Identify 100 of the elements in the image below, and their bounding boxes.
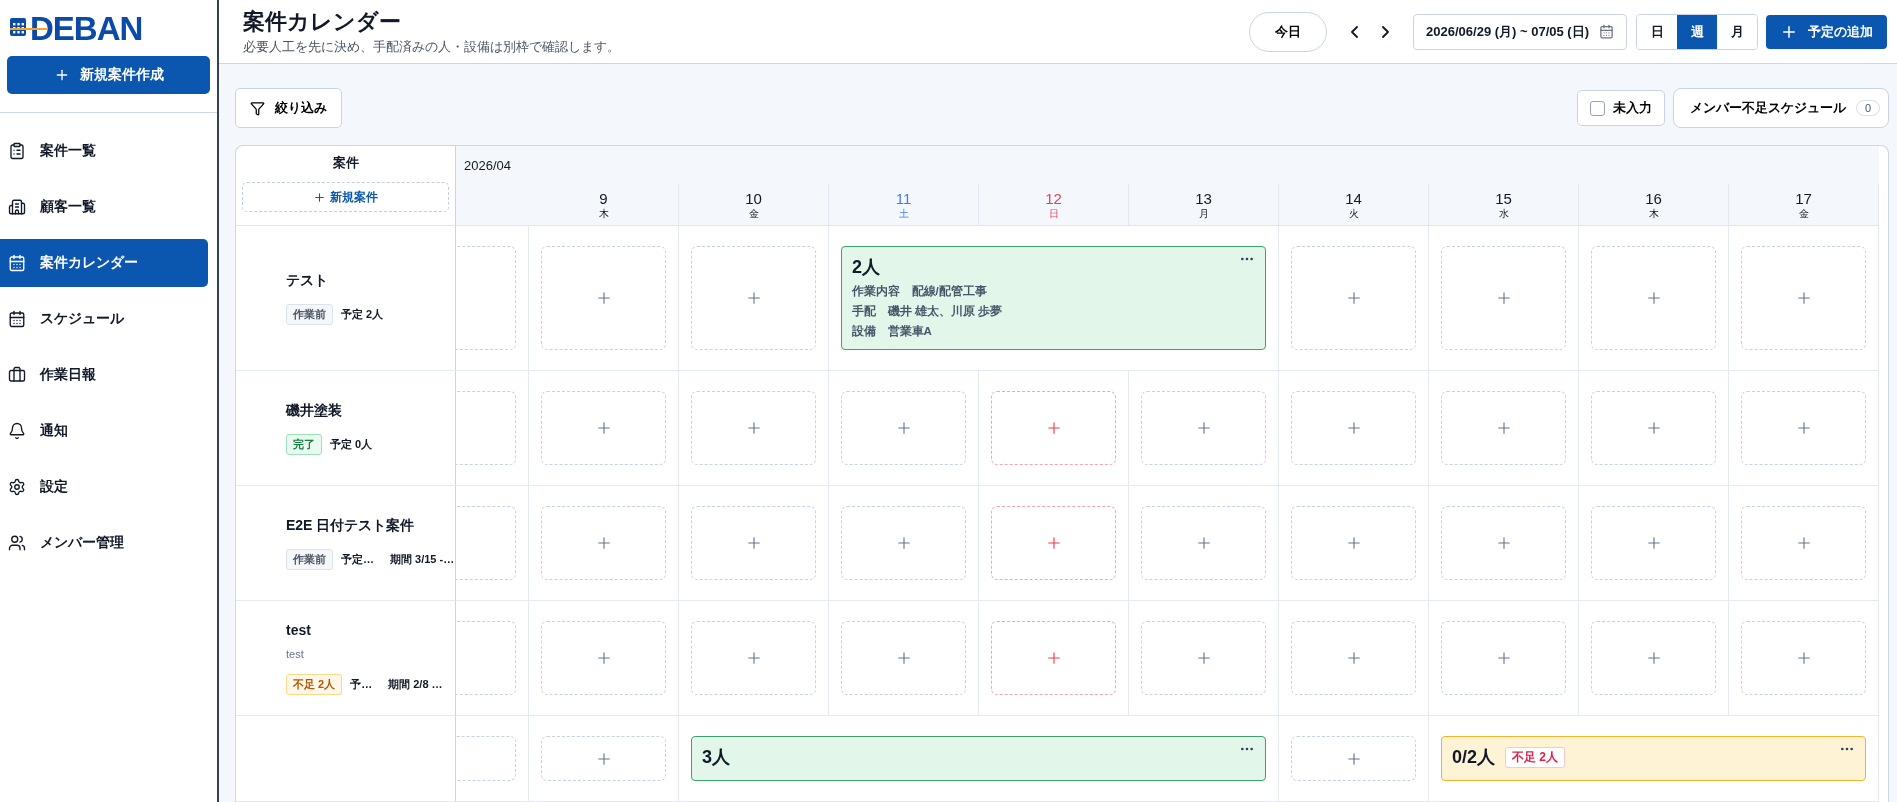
schedule-card[interactable]: 2人 作業内容 配線/配管工事 手配 磯井 雄太、川原 歩夢 設備 営業車A: [841, 246, 1266, 350]
weekday-label: 木: [1648, 207, 1659, 219]
briefcase-icon: [8, 366, 26, 384]
page-subtitle: 必要人工を先に決め、手配済みの人・設備は別枠で確認します。: [243, 39, 621, 56]
planned-count: 予定…: [341, 551, 374, 567]
planned-count: 予…: [350, 676, 373, 692]
schedule-card[interactable]: 0/2人 不足 2人: [1441, 736, 1866, 781]
schedule-detail: 設備 営業車A: [852, 324, 933, 339]
status-badge: 作業前: [286, 303, 333, 325]
add-slot[interactable]: [1441, 391, 1566, 465]
add-slot[interactable]: [691, 506, 816, 580]
add-slot[interactable]: [1141, 621, 1266, 695]
schedule-detail: 手配 磯井 雄太、川原 歩夢: [852, 304, 1003, 319]
add-slot[interactable]: [691, 391, 816, 465]
add-slot[interactable]: [1741, 391, 1866, 465]
add-slot[interactable]: [1741, 621, 1866, 695]
filter-icon: [250, 100, 265, 116]
add-slot[interactable]: [841, 621, 966, 695]
sidebar-item[interactable]: 顧客一覧: [0, 183, 208, 231]
today-button[interactable]: 今日: [1249, 11, 1328, 52]
date-range-field[interactable]: 2026/06/29 (月) ~ 07/05 (日): [1413, 13, 1627, 50]
day-number: 13: [1195, 191, 1212, 208]
status-badge: 完了: [286, 433, 322, 455]
add-slot[interactable]: [1141, 391, 1266, 465]
bell-icon: [8, 422, 26, 440]
view-tab[interactable]: 週: [1677, 14, 1717, 49]
add-slot[interactable]: [541, 391, 666, 465]
status-badge: 作業前: [286, 548, 333, 570]
weekday-label: 金: [748, 207, 759, 219]
plus-icon: [313, 190, 326, 204]
weekday-label: 水: [1498, 207, 1509, 219]
add-slot[interactable]: [541, 246, 666, 350]
next-button[interactable]: [1382, 25, 1390, 38]
day-number: 16: [1645, 191, 1662, 208]
add-slot[interactable]: [1141, 506, 1266, 580]
project-note: test: [286, 647, 305, 660]
schedule-card[interactable]: 3人: [691, 736, 1266, 781]
add-slot[interactable]: [541, 506, 666, 580]
day-number: 12: [1045, 191, 1062, 208]
day-number: 11: [895, 191, 912, 208]
add-slot[interactable]: [991, 621, 1116, 695]
sidebar-item[interactable]: 案件一覧: [0, 127, 208, 175]
add-slot[interactable]: [1591, 621, 1716, 695]
period-text: 期間 3/15 -…: [390, 551, 455, 567]
add-slot[interactable]: [1591, 391, 1716, 465]
calendar-icon: [1599, 24, 1614, 39]
add-slot[interactable]: [1741, 506, 1866, 580]
checkbox[interactable]: [1589, 100, 1605, 116]
planned-count: 予定 2人: [341, 306, 384, 322]
clipboard-icon: [8, 142, 26, 160]
schedule-detail: 作業内容 配線/配管工事: [852, 284, 988, 299]
add-slot[interactable]: [1291, 506, 1416, 580]
add-slot[interactable]: [1441, 246, 1566, 350]
chevron-left-icon: [1351, 25, 1359, 38]
add-slot[interactable]: [841, 391, 966, 465]
status-badge: 不足 2人: [286, 673, 343, 695]
sidebar-item[interactable]: 通知: [0, 407, 208, 455]
headcount: 2人: [852, 256, 880, 279]
project-name: E2E 日付テスト案件: [286, 516, 416, 535]
sidebar-item[interactable]: 案件カレンダー: [0, 239, 208, 287]
sidebar-item[interactable]: スケジュール: [0, 295, 208, 343]
previous-button[interactable]: [1351, 25, 1359, 38]
add-slot[interactable]: [1291, 736, 1416, 781]
add-slot[interactable]: [691, 621, 816, 695]
filter-button[interactable]: 絞り込み: [235, 88, 342, 128]
add-slot[interactable]: [1591, 246, 1716, 350]
unfilled-toggle[interactable]: 未入力: [1576, 90, 1665, 126]
add-slot[interactable]: [1441, 621, 1566, 695]
new-project-button[interactable]: 新規案件作成: [7, 56, 210, 94]
period-text: 期間 2/8 …: [388, 676, 443, 692]
add-slot[interactable]: [541, 736, 666, 781]
column-heading: 案件: [332, 154, 359, 172]
add-slot[interactable]: [1441, 506, 1566, 580]
calendar-icon: [8, 254, 26, 272]
shortage-filter-button[interactable]: メンバー不足スケジュール 0: [1672, 88, 1889, 128]
add-slot[interactable]: [991, 506, 1116, 580]
sidebar-item[interactable]: 設定: [0, 463, 208, 511]
add-slot[interactable]: [1291, 391, 1416, 465]
settings-icon: [8, 478, 26, 496]
add-slot[interactable]: [691, 246, 816, 350]
day-number: 17: [1795, 191, 1812, 208]
sidebar-item[interactable]: 作業日報: [0, 351, 208, 399]
add-schedule-button[interactable]: 予定の追加: [1766, 14, 1887, 49]
add-slot[interactable]: [1591, 506, 1716, 580]
add-slot[interactable]: [1291, 621, 1416, 695]
logo: DEBAN: [30, 10, 143, 48]
add-slot[interactable]: [841, 506, 966, 580]
day-number: 10: [745, 191, 762, 208]
new-project-button[interactable]: 新規案件: [242, 182, 449, 212]
sidebar-item[interactable]: メンバー管理: [0, 519, 208, 567]
add-slot[interactable]: [991, 391, 1116, 465]
weekday-label: 月: [1198, 207, 1209, 219]
weekday-label: 金: [1798, 207, 1809, 219]
weekday-label: 木: [598, 207, 609, 219]
add-slot[interactable]: [541, 621, 666, 695]
add-slot[interactable]: [1291, 246, 1416, 350]
page-title: 案件カレンダー: [243, 8, 402, 36]
day-number: 15: [1495, 191, 1512, 208]
add-slot[interactable]: [1741, 246, 1866, 350]
weekday-label: 日: [1048, 207, 1059, 219]
